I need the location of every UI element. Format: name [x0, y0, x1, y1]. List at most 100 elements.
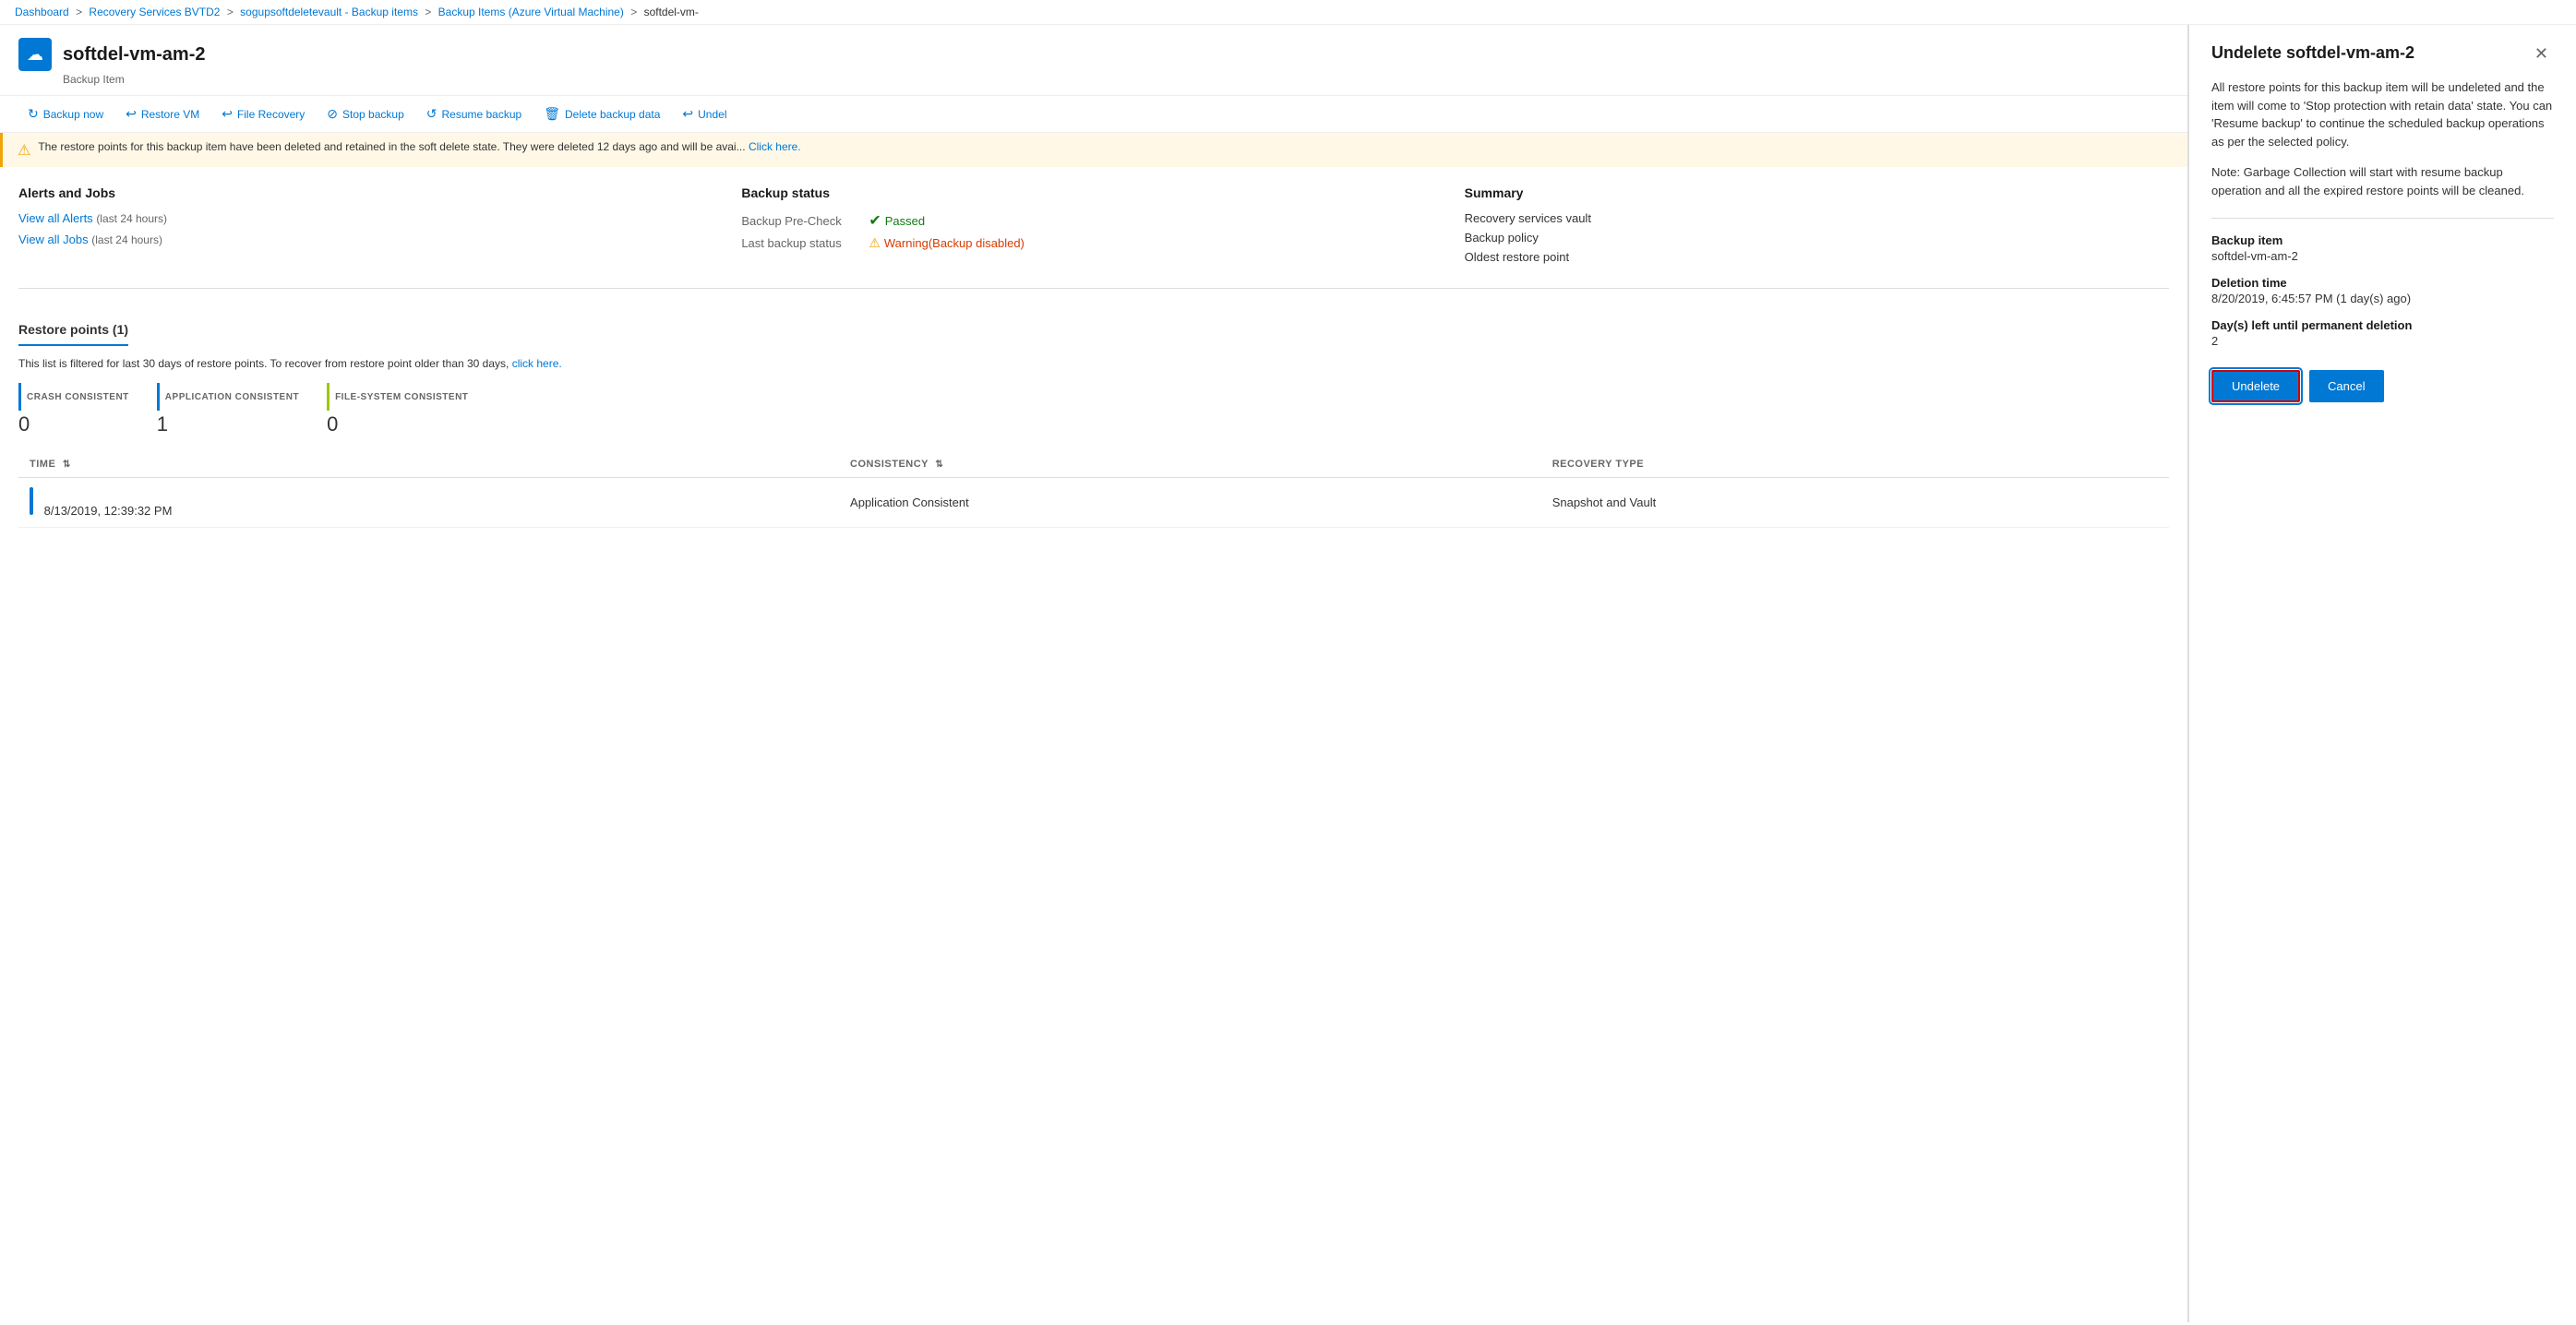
backup-item-detail: Backup item softdel-vm-am-2: [2211, 233, 2554, 263]
warning-link[interactable]: Click here.: [749, 140, 801, 153]
info-columns: Alerts and Jobs View all Alerts (last 24…: [18, 185, 2169, 269]
breadcrumb-sep-2: >: [227, 6, 234, 18]
stop-backup-label: Stop backup: [342, 108, 404, 121]
warn-icon: ⚠: [869, 235, 881, 251]
restore-table: TIME ⇅ CONSISTENCY ⇅ RECOVERY TYPE: [18, 451, 2169, 528]
undelete-toolbar-button[interactable]: ↩ Undel: [673, 101, 736, 126]
app-label: APPLICATION CONSISTENT: [165, 392, 299, 402]
col-time-label: TIME: [30, 459, 55, 470]
app-count: 1: [157, 412, 299, 436]
breadcrumb-sep-1: >: [76, 6, 82, 18]
alerts-jobs-title: Alerts and Jobs: [18, 185, 723, 200]
pre-check-row: Backup Pre-Check ✔ Passed: [741, 211, 1445, 230]
backup-item-value: softdel-vm-am-2: [2211, 249, 2554, 263]
backup-policy-label: Backup policy: [1465, 231, 2169, 245]
consistency-legend: CRASH CONSISTENT 0 APPLICATION CONSISTEN…: [18, 383, 2169, 436]
restore-vm-label: Restore VM: [141, 108, 199, 121]
backup-item-label: Backup item: [2211, 233, 2554, 247]
fs-bar: [327, 383, 329, 411]
breadcrumb-recovery-services[interactable]: Recovery Services BVTD2: [89, 6, 220, 18]
deletion-time-label: Deletion time: [2211, 276, 2554, 290]
resume-backup-label: Resume backup: [441, 108, 521, 121]
stop-backup-icon: ⊘: [327, 106, 338, 122]
check-icon: ✔: [869, 211, 881, 230]
last-backup-row: Last backup status ⚠ Warning(Backup disa…: [741, 235, 1445, 251]
col-time: TIME ⇅: [18, 451, 839, 478]
sort-time-icon[interactable]: ⇅: [63, 460, 71, 470]
filter-text-content: This list is filtered for last 30 days o…: [18, 357, 509, 370]
cell-consistency: Application Consistent: [839, 478, 1541, 528]
view-all-alerts-link[interactable]: View all Alerts: [18, 211, 93, 225]
fs-count: 0: [327, 412, 468, 436]
table-header-row: TIME ⇅ CONSISTENCY ⇅ RECOVERY TYPE: [18, 451, 2169, 478]
warning-text: The restore points for this backup item …: [38, 140, 800, 153]
left-panel: ☁ softdel-vm-am-2 Backup Item ↻ Backup n…: [0, 25, 2188, 1322]
filter-link[interactable]: click here.: [512, 357, 562, 370]
pre-check-value: Passed: [885, 214, 925, 228]
file-recovery-icon: ↩: [222, 106, 233, 122]
row-indicator: [30, 487, 33, 515]
col-consistency-label: CONSISTENCY: [850, 459, 929, 470]
col-recovery-type: RECOVERY TYPE: [1541, 451, 2169, 478]
view-all-alerts-sub: (last 24 hours): [96, 212, 167, 225]
item-title: softdel-vm-am-2: [63, 44, 205, 66]
close-button[interactable]: ✕: [2529, 43, 2554, 64]
cell-recovery-type: Snapshot and Vault: [1541, 478, 2169, 528]
cancel-button[interactable]: Cancel: [2309, 370, 2383, 402]
right-panel: Undelete softdel-vm-am-2 ✕ All restore p…: [2188, 25, 2576, 1322]
breadcrumb-sep-3: >: [425, 6, 431, 18]
breadcrumb-backup-items-azure[interactable]: Backup Items (Azure Virtual Machine): [438, 6, 624, 18]
breadcrumb: Dashboard > Recovery Services BVTD2 > so…: [0, 0, 2576, 25]
item-header: ☁ softdel-vm-am-2 Backup Item: [0, 25, 2187, 96]
crash-bar: [18, 383, 21, 411]
item-subtitle: Backup Item: [63, 73, 2169, 86]
content-area: Alerts and Jobs View all Alerts (last 24…: [0, 167, 2187, 322]
restore-vm-icon: ↩: [126, 106, 137, 122]
item-header-top: ☁ softdel-vm-am-2: [18, 38, 2169, 71]
warning-icon: ⚠: [18, 141, 30, 160]
delete-backup-icon: 🗑: [544, 106, 560, 122]
row-time-value: 8/13/2019, 12:39:32 PM: [44, 504, 173, 518]
last-backup-status: ⚠ Warning(Backup disabled): [869, 235, 1024, 251]
table-row[interactable]: 8/13/2019, 12:39:32 PM Application Consi…: [18, 478, 2169, 528]
last-backup-value: Warning(Backup disabled): [884, 236, 1024, 250]
content-divider: [18, 288, 2169, 289]
panel-note: Note: Garbage Collection will start with…: [2211, 163, 2554, 199]
restore-section: Restore points (1) This list is filtered…: [0, 322, 2187, 546]
vm-icon: ☁: [18, 38, 52, 71]
main-layout: ☁ softdel-vm-am-2 Backup Item ↻ Backup n…: [0, 25, 2576, 1322]
undelete-toolbar-icon: ↩: [682, 106, 693, 122]
backup-now-button[interactable]: ↻ Backup now: [18, 101, 113, 126]
panel-divider: [2211, 218, 2554, 219]
sort-consistency-icon[interactable]: ⇅: [935, 460, 943, 470]
days-left-label: Day(s) left until permanent deletion: [2211, 318, 2554, 332]
filter-text: This list is filtered for last 30 days o…: [18, 357, 2169, 370]
recovery-vault-label: Recovery services vault: [1465, 211, 2169, 225]
file-recovery-label: File Recovery: [237, 108, 305, 121]
app-bar: [157, 383, 160, 411]
crash-count: 0: [18, 412, 129, 436]
alerts-jobs-col: Alerts and Jobs View all Alerts (last 24…: [18, 185, 723, 269]
warning-banner: ⚠ The restore points for this backup ite…: [0, 133, 2187, 167]
cell-time: 8/13/2019, 12:39:32 PM: [18, 478, 839, 528]
summary-title: Summary: [1465, 185, 2169, 200]
col-consistency: CONSISTENCY ⇅: [839, 451, 1541, 478]
legend-app: APPLICATION CONSISTENT 1: [157, 383, 299, 436]
backup-status-col: Backup status Backup Pre-Check ✔ Passed …: [741, 185, 1445, 269]
legend-app-row: APPLICATION CONSISTENT: [157, 383, 299, 411]
stop-backup-button[interactable]: ⊘ Stop backup: [318, 101, 413, 126]
legend-crash-row: CRASH CONSISTENT: [18, 383, 129, 411]
delete-backup-label: Delete backup data: [565, 108, 660, 121]
file-recovery-button[interactable]: ↩ File Recovery: [212, 101, 314, 126]
delete-backup-data-button[interactable]: 🗑 Delete backup data: [534, 101, 669, 126]
breadcrumb-dashboard[interactable]: Dashboard: [15, 6, 69, 18]
backup-now-icon: ↻: [28, 106, 39, 122]
restore-vm-button[interactable]: ↩ Restore VM: [116, 101, 209, 126]
panel-header: Undelete softdel-vm-am-2 ✕: [2211, 43, 2554, 64]
undelete-button[interactable]: Undelete: [2211, 370, 2300, 402]
resume-backup-icon: ↺: [426, 106, 437, 122]
resume-backup-button[interactable]: ↺ Resume backup: [417, 101, 531, 126]
view-all-jobs-link[interactable]: View all Jobs: [18, 233, 89, 246]
breadcrumb-vault-backup-items[interactable]: sogupsoftdeletevault - Backup items: [240, 6, 418, 18]
legend-fs-row: FILE-SYSTEM CONSISTENT: [327, 383, 468, 411]
